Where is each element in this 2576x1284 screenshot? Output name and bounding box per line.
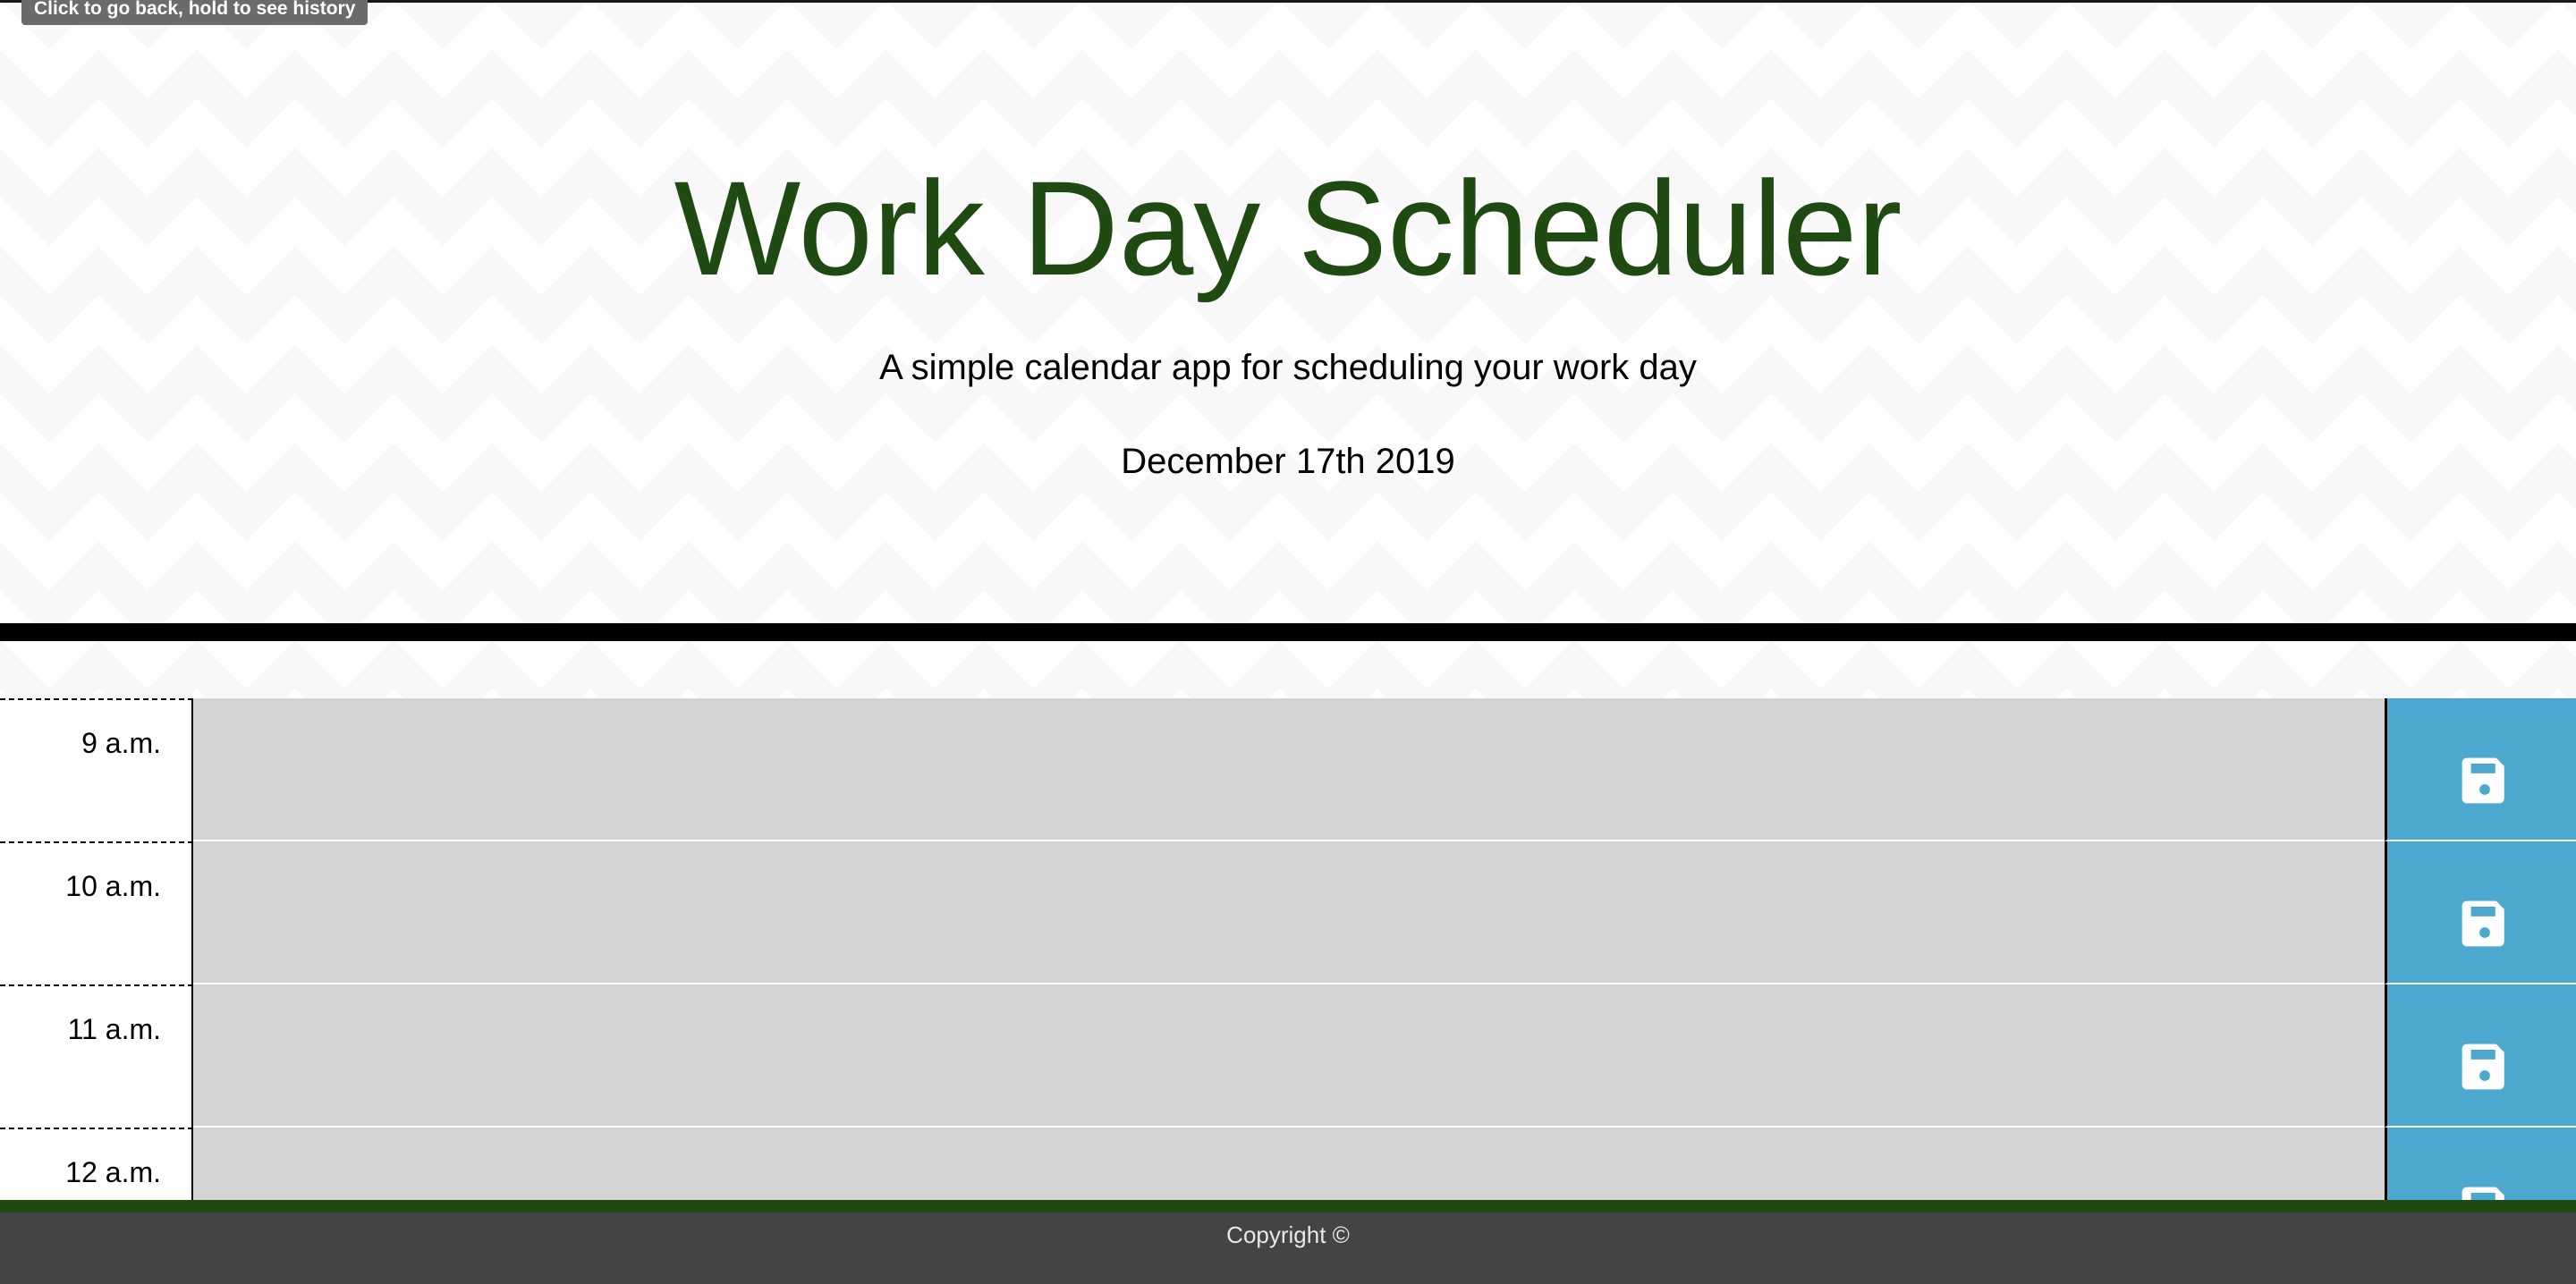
save-button[interactable] [2385,984,2576,1128]
event-description-input[interactable] [193,698,2385,841]
floppy-disk-icon [2462,900,2504,947]
page-subtitle: A simple calendar app for scheduling you… [879,348,1697,387]
event-description-input[interactable] [193,984,2385,1128]
time-block-row: 11 a.m. [0,984,2576,1128]
hour-label: 11 a.m. [0,984,193,1128]
hour-label: 10 a.m. [0,841,193,984]
page-header: Work Day Scheduler A simple calendar app… [0,0,2576,623]
save-button[interactable] [2385,841,2576,984]
hour-label: 9 a.m. [0,698,193,841]
page-footer: Copyright © [0,1200,2576,1284]
save-button[interactable] [2385,698,2576,841]
floppy-disk-icon [2462,1043,2504,1090]
event-description-input[interactable] [193,841,2385,984]
time-block-row: 10 a.m. [0,841,2576,984]
back-button-tooltip: Click to go back, hold to see history [21,0,369,25]
floppy-disk-icon [2462,757,2504,804]
page-title: Work Day Scheduler [674,153,1902,303]
schedule-container: 9 a.m. 10 a.m. 11 a.m. 12 a.m. [0,698,2576,1271]
time-block-row: 9 a.m. [0,698,2576,841]
header-divider [0,623,2576,641]
copyright-text: Copyright © [1226,1221,1350,1248]
current-date: December 17th 2019 [1121,442,1455,481]
